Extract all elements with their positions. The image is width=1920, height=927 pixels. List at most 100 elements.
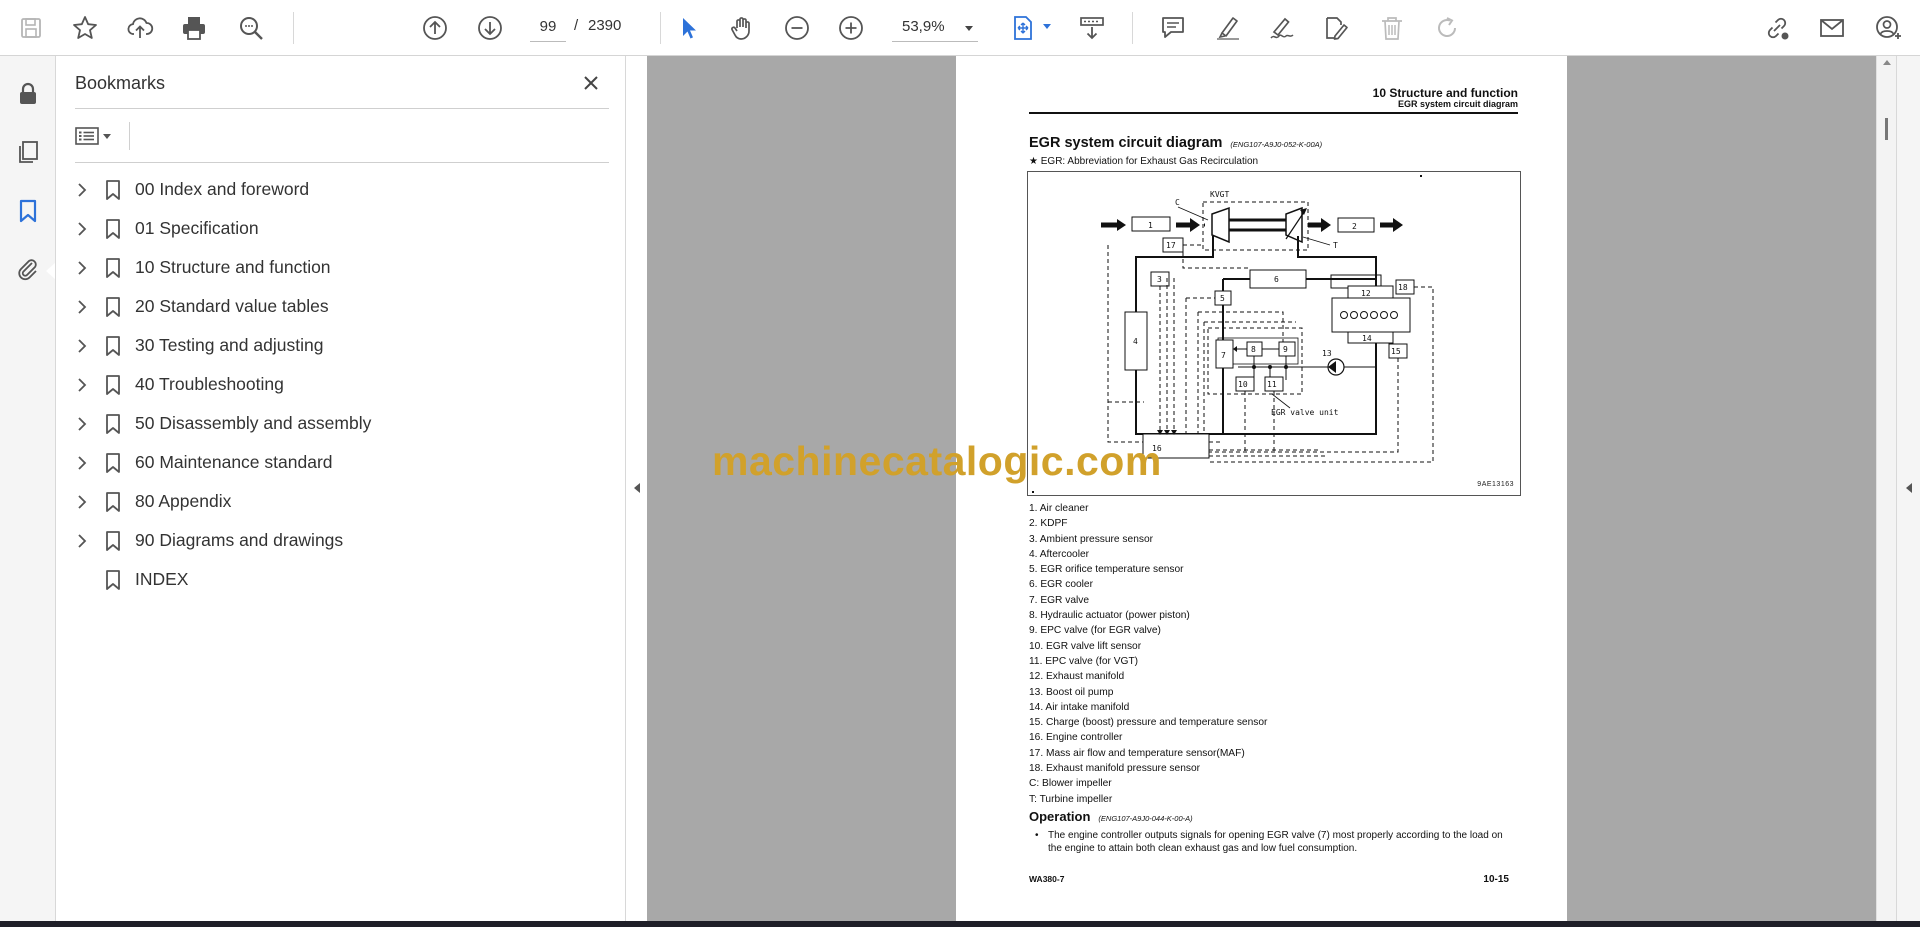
collapse-panel-handle[interactable]: [628, 468, 646, 508]
hand-icon[interactable]: [722, 8, 762, 48]
legend-item: 3. Ambient pressure sensor: [1029, 533, 1154, 545]
close-icon[interactable]: [576, 68, 606, 98]
bookmark-label: 10 Structure and function: [135, 257, 331, 277]
bookmark-label: 50 Disassembly and assembly: [135, 413, 372, 433]
legend-item: 16. Engine controller: [1029, 732, 1123, 744]
chevron-right-icon[interactable]: [68, 449, 96, 477]
bookmark-item[interactable]: 01 Specification: [68, 209, 608, 248]
pdf-viewer-window: / 2390 53,9%: [0, 0, 1920, 927]
diagram-label: 9: [1283, 345, 1288, 354]
save-icon[interactable]: [11, 8, 51, 48]
scroll-mode-icon[interactable]: [1072, 8, 1112, 48]
zoom-level-value: 53,9%: [902, 18, 945, 35]
zoom-search-icon[interactable]: [231, 8, 271, 48]
diagram-label: 15: [1391, 347, 1401, 356]
section-code: (ENG107-A9J0-052-K-00A): [1230, 140, 1323, 149]
legend-item: 12. Exhaust manifold: [1029, 671, 1125, 683]
chevron-right-icon[interactable]: [68, 488, 96, 516]
legend-item: 9. EPC valve (for EGR valve): [1029, 625, 1161, 637]
diagram-label: KVGT: [1210, 190, 1229, 199]
comment-icon[interactable]: [1153, 8, 1193, 48]
chevron-right-icon[interactable]: [68, 293, 96, 321]
bookmark-item[interactable]: 30 Testing and adjusting: [68, 326, 608, 365]
select-cursor-icon[interactable]: [668, 8, 708, 48]
page-separator: /: [574, 17, 579, 34]
pages-icon[interactable]: [8, 132, 48, 172]
chevron-right-icon[interactable]: [68, 332, 96, 360]
page-up-icon[interactable]: [415, 8, 455, 48]
attachment-icon[interactable]: [8, 249, 48, 289]
document-viewport[interactable]: 10 Structure and function EGR system cir…: [647, 56, 1876, 921]
zoom-out-icon[interactable]: [777, 8, 817, 48]
fit-page-icon[interactable]: [1003, 8, 1051, 48]
bookmark-label: 80 Appendix: [135, 491, 232, 511]
page-footer-number: 10-15: [1483, 874, 1509, 885]
diagram-label: EGR valve unit: [1271, 408, 1339, 417]
redo-icon[interactable]: [1427, 8, 1467, 48]
legend-item: 6. EGR cooler: [1029, 579, 1093, 591]
chevron-right-icon[interactable]: [68, 215, 96, 243]
pdf-page: 10 Structure and function EGR system cir…: [956, 56, 1567, 921]
diagram-label: 17: [1166, 241, 1176, 250]
bookmark-label: 00 Index and foreword: [135, 179, 310, 199]
delete-icon[interactable]: [1372, 8, 1412, 48]
bookmark-label: 01 Specification: [135, 218, 259, 238]
account-icon[interactable]: [1868, 8, 1908, 48]
bookmark-flag-icon: [98, 293, 128, 321]
page-footer-model: WA380-7: [1029, 874, 1065, 884]
chevron-left-icon: [634, 483, 640, 493]
legend-item: T: Turbine impeller: [1029, 793, 1113, 805]
section-heading: EGR system circuit diagram (ENG107-A9J0-0…: [1029, 135, 1322, 151]
bookmark-item[interactable]: 00 Index and foreword: [68, 170, 608, 209]
header-rule: [1029, 112, 1518, 114]
highlight-icon[interactable]: [1208, 8, 1248, 48]
bookmark-item[interactable]: 50 Disassembly and assembly: [68, 404, 608, 443]
sign-icon[interactable]: [1262, 8, 1302, 48]
bookmark-options-button[interactable]: [75, 120, 123, 152]
bookmark-flag-icon: [98, 371, 128, 399]
page-number-input[interactable]: [530, 12, 566, 42]
legend-item: 14. Air intake manifold: [1029, 701, 1130, 713]
expand-right-panel-handle[interactable]: [1900, 468, 1918, 508]
bookmark-label: 90 Diagrams and drawings: [135, 530, 344, 550]
bookmark-item[interactable]: 60 Maintenance standard: [68, 443, 608, 482]
diagram-label: 2: [1352, 222, 1357, 231]
bookmark-item[interactable]: 40 Troubleshooting: [68, 365, 608, 404]
print-icon[interactable]: [174, 8, 214, 48]
chevron-right-icon[interactable]: [68, 527, 96, 555]
divider: [129, 122, 130, 150]
page-down-icon[interactable]: [470, 8, 510, 48]
lock-icon[interactable]: [8, 74, 48, 114]
bookmark-item[interactable]: 10 Structure and function: [68, 248, 608, 287]
upload-icon[interactable]: [120, 8, 160, 48]
chevron-right-icon[interactable]: [68, 176, 96, 204]
email-icon[interactable]: [1812, 8, 1852, 48]
bookmark-flag-icon: [98, 215, 128, 243]
chevron-down-icon[interactable]: [965, 26, 973, 31]
star-icon[interactable]: [65, 8, 105, 48]
scroll-up-icon[interactable]: [1883, 60, 1891, 65]
bookmark-item[interactable]: 20 Standard value tables: [68, 287, 608, 326]
bookmark-item[interactable]: 80 Appendix: [68, 482, 608, 521]
bookmark-label: INDEX: [135, 569, 189, 589]
share-link-icon[interactable]: [1757, 8, 1797, 48]
list-options-icon: [75, 127, 99, 145]
active-panel-pointer: [46, 263, 55, 279]
chevron-right-icon[interactable]: [68, 410, 96, 438]
zoom-in-icon[interactable]: [831, 8, 871, 48]
scrollbar-thumb[interactable]: [1885, 118, 1888, 140]
vertical-scrollbar[interactable]: [1876, 56, 1896, 921]
bookmark-flag-icon: [98, 176, 128, 204]
bookmark-label: 60 Maintenance standard: [135, 452, 333, 472]
page-header-subtitle: EGR system circuit diagram: [1397, 99, 1518, 109]
edit-icon[interactable]: [1316, 8, 1356, 48]
diagram-label: 13: [1322, 349, 1332, 358]
bookmark-item[interactable]: 90 Diagrams and drawings: [68, 521, 608, 560]
chevron-right-icon[interactable]: [68, 254, 96, 282]
bookmark-item[interactable]: INDEX: [68, 560, 608, 599]
divider: [75, 108, 609, 109]
chevron-right-icon[interactable]: [68, 371, 96, 399]
bookmark-icon[interactable]: [8, 191, 48, 231]
diagram-label: 12: [1361, 289, 1371, 298]
bullet-icon: •: [1035, 830, 1039, 841]
